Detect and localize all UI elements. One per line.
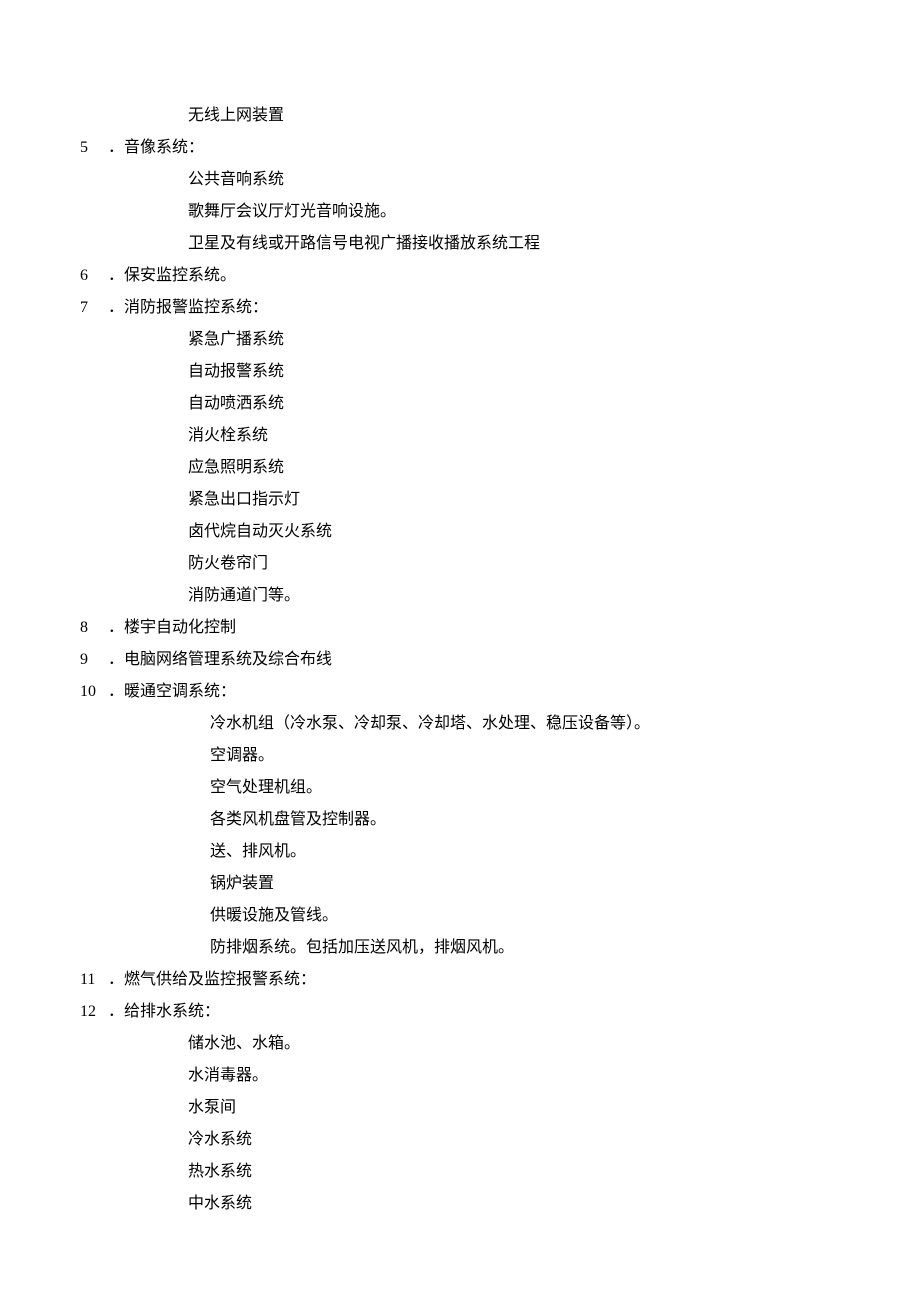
section-title: ．楼宇自动化控制 bbox=[108, 612, 236, 644]
sub-item: 歌舞厅会议厅灯光音响设施。 bbox=[80, 196, 840, 228]
sub-item: 紧急出口指示灯 bbox=[80, 484, 840, 516]
section-title: ．保安监控系统。 bbox=[108, 260, 236, 292]
sub-item: 中水系统 bbox=[80, 1188, 840, 1220]
section-header: 7．消防报警监控系统： bbox=[80, 292, 840, 324]
section-title: ．燃气供给及监控报警系统： bbox=[108, 964, 316, 996]
document-content: 无线上网装置 5．音像系统：公共音响系统歌舞厅会议厅灯光音响设施。卫星及有线或开… bbox=[80, 100, 840, 1220]
sub-item: 卤代烷自动灭火系统 bbox=[80, 516, 840, 548]
sub-item: 自动喷洒系统 bbox=[80, 388, 840, 420]
sub-item: 热水系统 bbox=[80, 1156, 840, 1188]
sub-item: 空气处理机组。 bbox=[80, 772, 840, 804]
section-header: 10．暖通空调系统： bbox=[80, 676, 840, 708]
sub-item: 空调器。 bbox=[80, 740, 840, 772]
sub-item: 送、排风机。 bbox=[80, 836, 840, 868]
section-number: 10 bbox=[80, 676, 104, 708]
section-title: ．给排水系统： bbox=[108, 996, 220, 1028]
sub-item: 水消毒器。 bbox=[80, 1060, 840, 1092]
sub-item: 应急照明系统 bbox=[80, 452, 840, 484]
section-header: 6．保安监控系统。 bbox=[80, 260, 840, 292]
section-number: 6 bbox=[80, 260, 104, 292]
pre-item: 无线上网装置 bbox=[80, 100, 840, 132]
section-title: ．暖通空调系统： bbox=[108, 676, 236, 708]
section-number: 11 bbox=[80, 964, 104, 996]
sub-item: 各类风机盘管及控制器。 bbox=[80, 804, 840, 836]
section-header: 12．给排水系统： bbox=[80, 996, 840, 1028]
sub-item: 消防通道门等。 bbox=[80, 580, 840, 612]
section-header: 8．楼宇自动化控制 bbox=[80, 612, 840, 644]
sub-item: 冷水机组（冷水泵、冷却泵、冷却塔、水处理、稳压设备等）。 bbox=[80, 708, 840, 740]
sub-item: 供暖设施及管线。 bbox=[80, 900, 840, 932]
section-number: 7 bbox=[80, 292, 104, 324]
section-header: 5．音像系统： bbox=[80, 132, 840, 164]
sub-item: 公共音响系统 bbox=[80, 164, 840, 196]
sub-item: 防排烟系统。包括加压送风机，排烟风机。 bbox=[80, 932, 840, 964]
section-number: 12 bbox=[80, 996, 104, 1028]
sub-item: 自动报警系统 bbox=[80, 356, 840, 388]
sub-item: 冷水系统 bbox=[80, 1124, 840, 1156]
sub-item: 锅炉装置 bbox=[80, 868, 840, 900]
section-number: 5 bbox=[80, 132, 104, 164]
section-title: ．音像系统： bbox=[108, 132, 204, 164]
section-header: 11．燃气供给及监控报警系统： bbox=[80, 964, 840, 996]
sub-item: 储水池、水箱。 bbox=[80, 1028, 840, 1060]
section-number: 9 bbox=[80, 644, 104, 676]
section-title: ．电脑网络管理系统及综合布线 bbox=[108, 644, 332, 676]
section-number: 8 bbox=[80, 612, 104, 644]
section-title: ．消防报警监控系统： bbox=[108, 292, 268, 324]
sub-item: 紧急广播系统 bbox=[80, 324, 840, 356]
section-header: 9．电脑网络管理系统及综合布线 bbox=[80, 644, 840, 676]
sub-item: 水泵间 bbox=[80, 1092, 840, 1124]
sub-item: 消火栓系统 bbox=[80, 420, 840, 452]
sub-item: 卫星及有线或开路信号电视广播接收播放系统工程 bbox=[80, 228, 840, 260]
sub-item: 防火卷帘门 bbox=[80, 548, 840, 580]
